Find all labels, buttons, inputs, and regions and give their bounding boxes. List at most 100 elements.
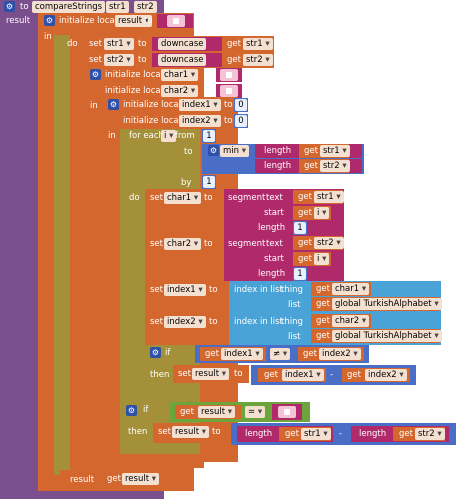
foreach-label: for each [129,131,164,141]
var-char2[interactable]: char2 [161,85,199,97]
var-index2-get[interactable]: index2 [365,369,407,381]
to-label: to [204,86,213,96]
var-i-get[interactable]: i [314,207,330,219]
var-index2[interactable]: index2 [179,115,221,127]
mutator-gear-icon[interactable]: ⚙ [90,69,101,80]
start-label: start [264,254,284,264]
get-label: get [298,254,312,264]
mutator-gear-icon[interactable]: ⚙ [126,405,137,416]
var-result-get[interactable]: result [198,406,236,418]
length-label: length [258,223,286,233]
number-1[interactable]: 1 [203,130,215,142]
procedure-keyword: to [20,2,29,12]
var-char2-get[interactable]: char2 [332,315,370,327]
init-local-label-2: initialize local [105,86,163,96]
var-index2-get[interactable]: index2 [319,348,361,360]
result-label: result [6,16,31,26]
mutator-gear-icon[interactable]: ⚙ [44,15,55,26]
neq-op[interactable]: ≠ [270,348,291,360]
var-str1-get[interactable]: str1 [301,428,331,440]
number-1[interactable]: 1 [294,222,306,234]
var-str1[interactable]: str1 [104,38,134,50]
to-label: to [144,16,153,26]
thing-label: thing [281,317,303,327]
empty-string[interactable] [278,406,296,418]
segment-label: segment [228,193,266,203]
var-index2[interactable]: index2 [164,316,206,328]
var-i-get[interactable]: i [314,253,330,265]
procedure-name[interactable]: compareStrings [32,1,106,13]
get-label: get [316,284,330,294]
var-str2-get[interactable]: str2 [243,54,273,66]
init-local-label: initialize local [105,70,163,80]
number-0[interactable]: 0 [235,99,247,111]
do-label: do [129,193,140,203]
set-label: set [150,239,163,249]
var-index1[interactable]: index1 [179,99,221,111]
var-str1-get[interactable]: str1 [320,145,350,157]
var-index1-get[interactable]: index1 [282,369,324,381]
from-label: from [175,131,195,141]
set-label: set [150,317,163,327]
length-label: length [264,161,292,171]
var-index1[interactable]: index1 [164,284,206,296]
var-result[interactable]: result [192,368,230,380]
var-char1-get[interactable]: char1 [332,283,370,295]
var-str1-get[interactable]: str1 [314,191,344,203]
mutator-gear-icon[interactable]: ⚙ [108,99,119,110]
to-label: to [212,427,221,437]
to-label: to [209,285,218,295]
var-str2-get[interactable]: str2 [320,160,350,172]
empty-string[interactable] [167,15,185,27]
downcase-label[interactable]: downcase [158,54,207,66]
var-char1[interactable]: char1 [164,192,202,204]
mutator-gear-icon[interactable]: ⚙ [150,347,161,358]
var-result-get[interactable]: result [122,473,160,485]
get-label: get [316,316,330,326]
in-label: in [44,32,52,42]
thing-label: thing [281,285,303,295]
eq-op[interactable]: = [245,406,266,418]
set-label: set [89,39,102,49]
var-str1-get[interactable]: str1 [243,38,273,50]
var-alphabet[interactable]: global TurkishAlphabet [332,330,442,342]
get-label: get [227,39,241,49]
number-0[interactable]: 0 [235,115,247,127]
empty-string[interactable] [220,69,238,81]
param-str1[interactable]: str1 [106,1,129,13]
var-index1-get[interactable]: index1 [221,348,263,360]
text-label: text [266,239,283,249]
number-1[interactable]: 1 [294,268,306,280]
var-str2[interactable]: str2 [104,54,134,66]
get-label: get [316,331,330,341]
number-1[interactable]: 1 [203,176,215,188]
var-char1[interactable]: char1 [161,69,199,81]
length-label: length [264,146,292,156]
to-label: to [204,193,213,203]
to-label: to [184,147,193,157]
to-label: to [234,369,243,379]
to-label: to [138,39,147,49]
get-label: get [298,238,312,248]
init-local-label: initialize local [59,16,117,26]
then-label: then [150,370,170,380]
get-label: get [227,55,241,65]
min-op[interactable]: min [220,145,249,157]
var-str2-get[interactable]: str2 [314,237,344,249]
empty-string[interactable] [220,85,238,97]
mutator-gear-icon[interactable]: ⚙ [4,1,15,12]
var-result[interactable]: result [172,426,210,438]
var-alphabet[interactable]: global TurkishAlphabet [332,298,442,310]
do-block[interactable] [54,35,70,475]
var-str2-get[interactable]: str2 [415,428,445,440]
downcase-label[interactable]: downcase [158,38,207,50]
to-label: to [204,70,213,80]
get-label: get [303,349,317,359]
var-char2[interactable]: char2 [164,238,202,250]
segment-label: segment [228,239,266,249]
mutator-gear-icon[interactable]: ⚙ [208,145,219,156]
to-label: to [209,317,218,327]
to-label: to [138,55,147,65]
param-str2[interactable]: str2 [134,1,157,13]
to-label: to [224,116,233,126]
